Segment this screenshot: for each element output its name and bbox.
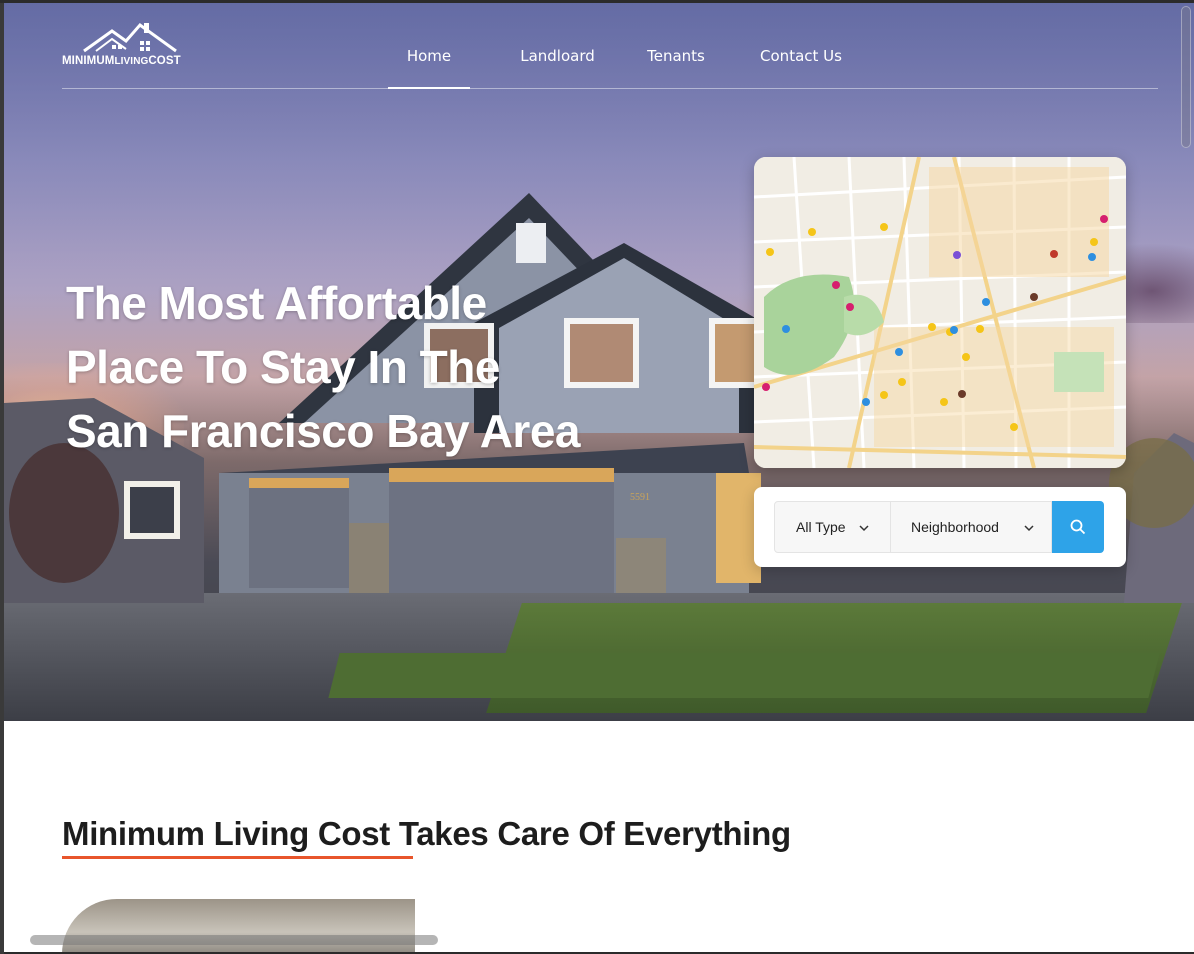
horizontal-scrollbar[interactable] [30,935,438,945]
nav-home[interactable]: Home [388,47,470,89]
logo-part-cost: COST [148,55,181,67]
type-select-value: All Type [796,519,846,535]
logo-part-minimum: MINIMUM [62,55,115,67]
headline-line-1: The Most Affortable [66,277,487,329]
neighborhood-map[interactable] [754,157,1126,468]
nav-contact-us[interactable]: Contact Us [758,47,844,89]
headline-line-3: San Francisco Bay Area [66,405,580,457]
hero-headline: The Most Affortable Place To Stay In The… [66,271,626,463]
site-logo[interactable]: MINIMUMLIVINGCOST [62,21,202,73]
map-graphic [754,157,1126,468]
chevron-down-icon [1024,525,1034,532]
nav-spacer-1 [470,47,520,89]
neighborhood-select-value: Neighborhood [911,519,999,535]
chevron-down-icon [859,525,869,532]
neighborhood-select[interactable]: Neighborhood [890,501,1052,553]
type-select[interactable]: All Type [774,501,891,553]
logo-wordmark: MINIMUMLIVINGCOST [62,55,181,67]
nav-tenants[interactable]: Tenants [646,47,706,89]
search-icon [1070,519,1086,535]
section-title: Minimum Living Cost Takes Care Of Everyt… [62,815,791,852]
main-menu: Home Landloard Tenants Contact Us [388,47,844,89]
nav-landloard[interactable]: Landloard [520,47,595,89]
search-button[interactable] [1052,501,1104,553]
section-title-underline [62,856,413,859]
feature-image [62,899,415,954]
house-number: 5591 [630,492,650,503]
vertical-scrollbar[interactable] [1181,6,1191,148]
nav-spacer-2 [595,47,646,89]
top-navigation: MINIMUMLIVINGCOST Home Landloard Tenants… [62,21,1158,89]
headline-line-2: Place To Stay In The [66,341,500,393]
property-search-bar: All Type Neighborhood [754,487,1126,567]
nav-spacer-3 [706,47,758,89]
house-roof-icon [83,22,177,53]
logo-part-living: LIVING [114,56,149,67]
